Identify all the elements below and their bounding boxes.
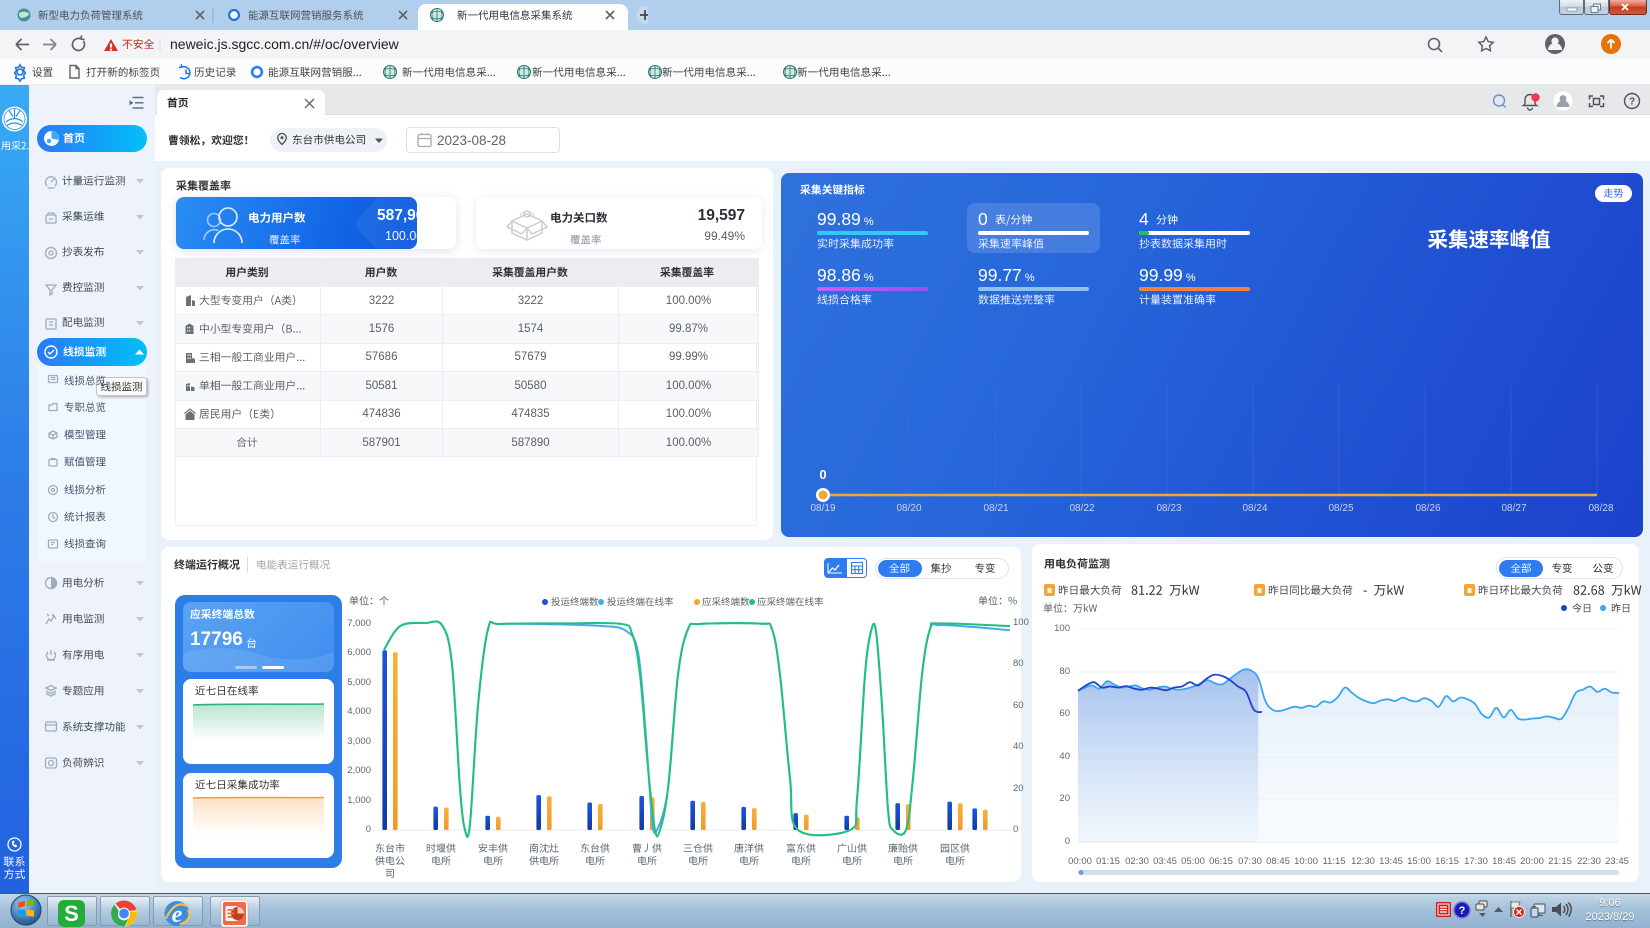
- svg-text:?: ?: [1629, 97, 1635, 108]
- svg-text:S: S: [64, 901, 79, 926]
- svg-text:?: ?: [1459, 905, 1466, 917]
